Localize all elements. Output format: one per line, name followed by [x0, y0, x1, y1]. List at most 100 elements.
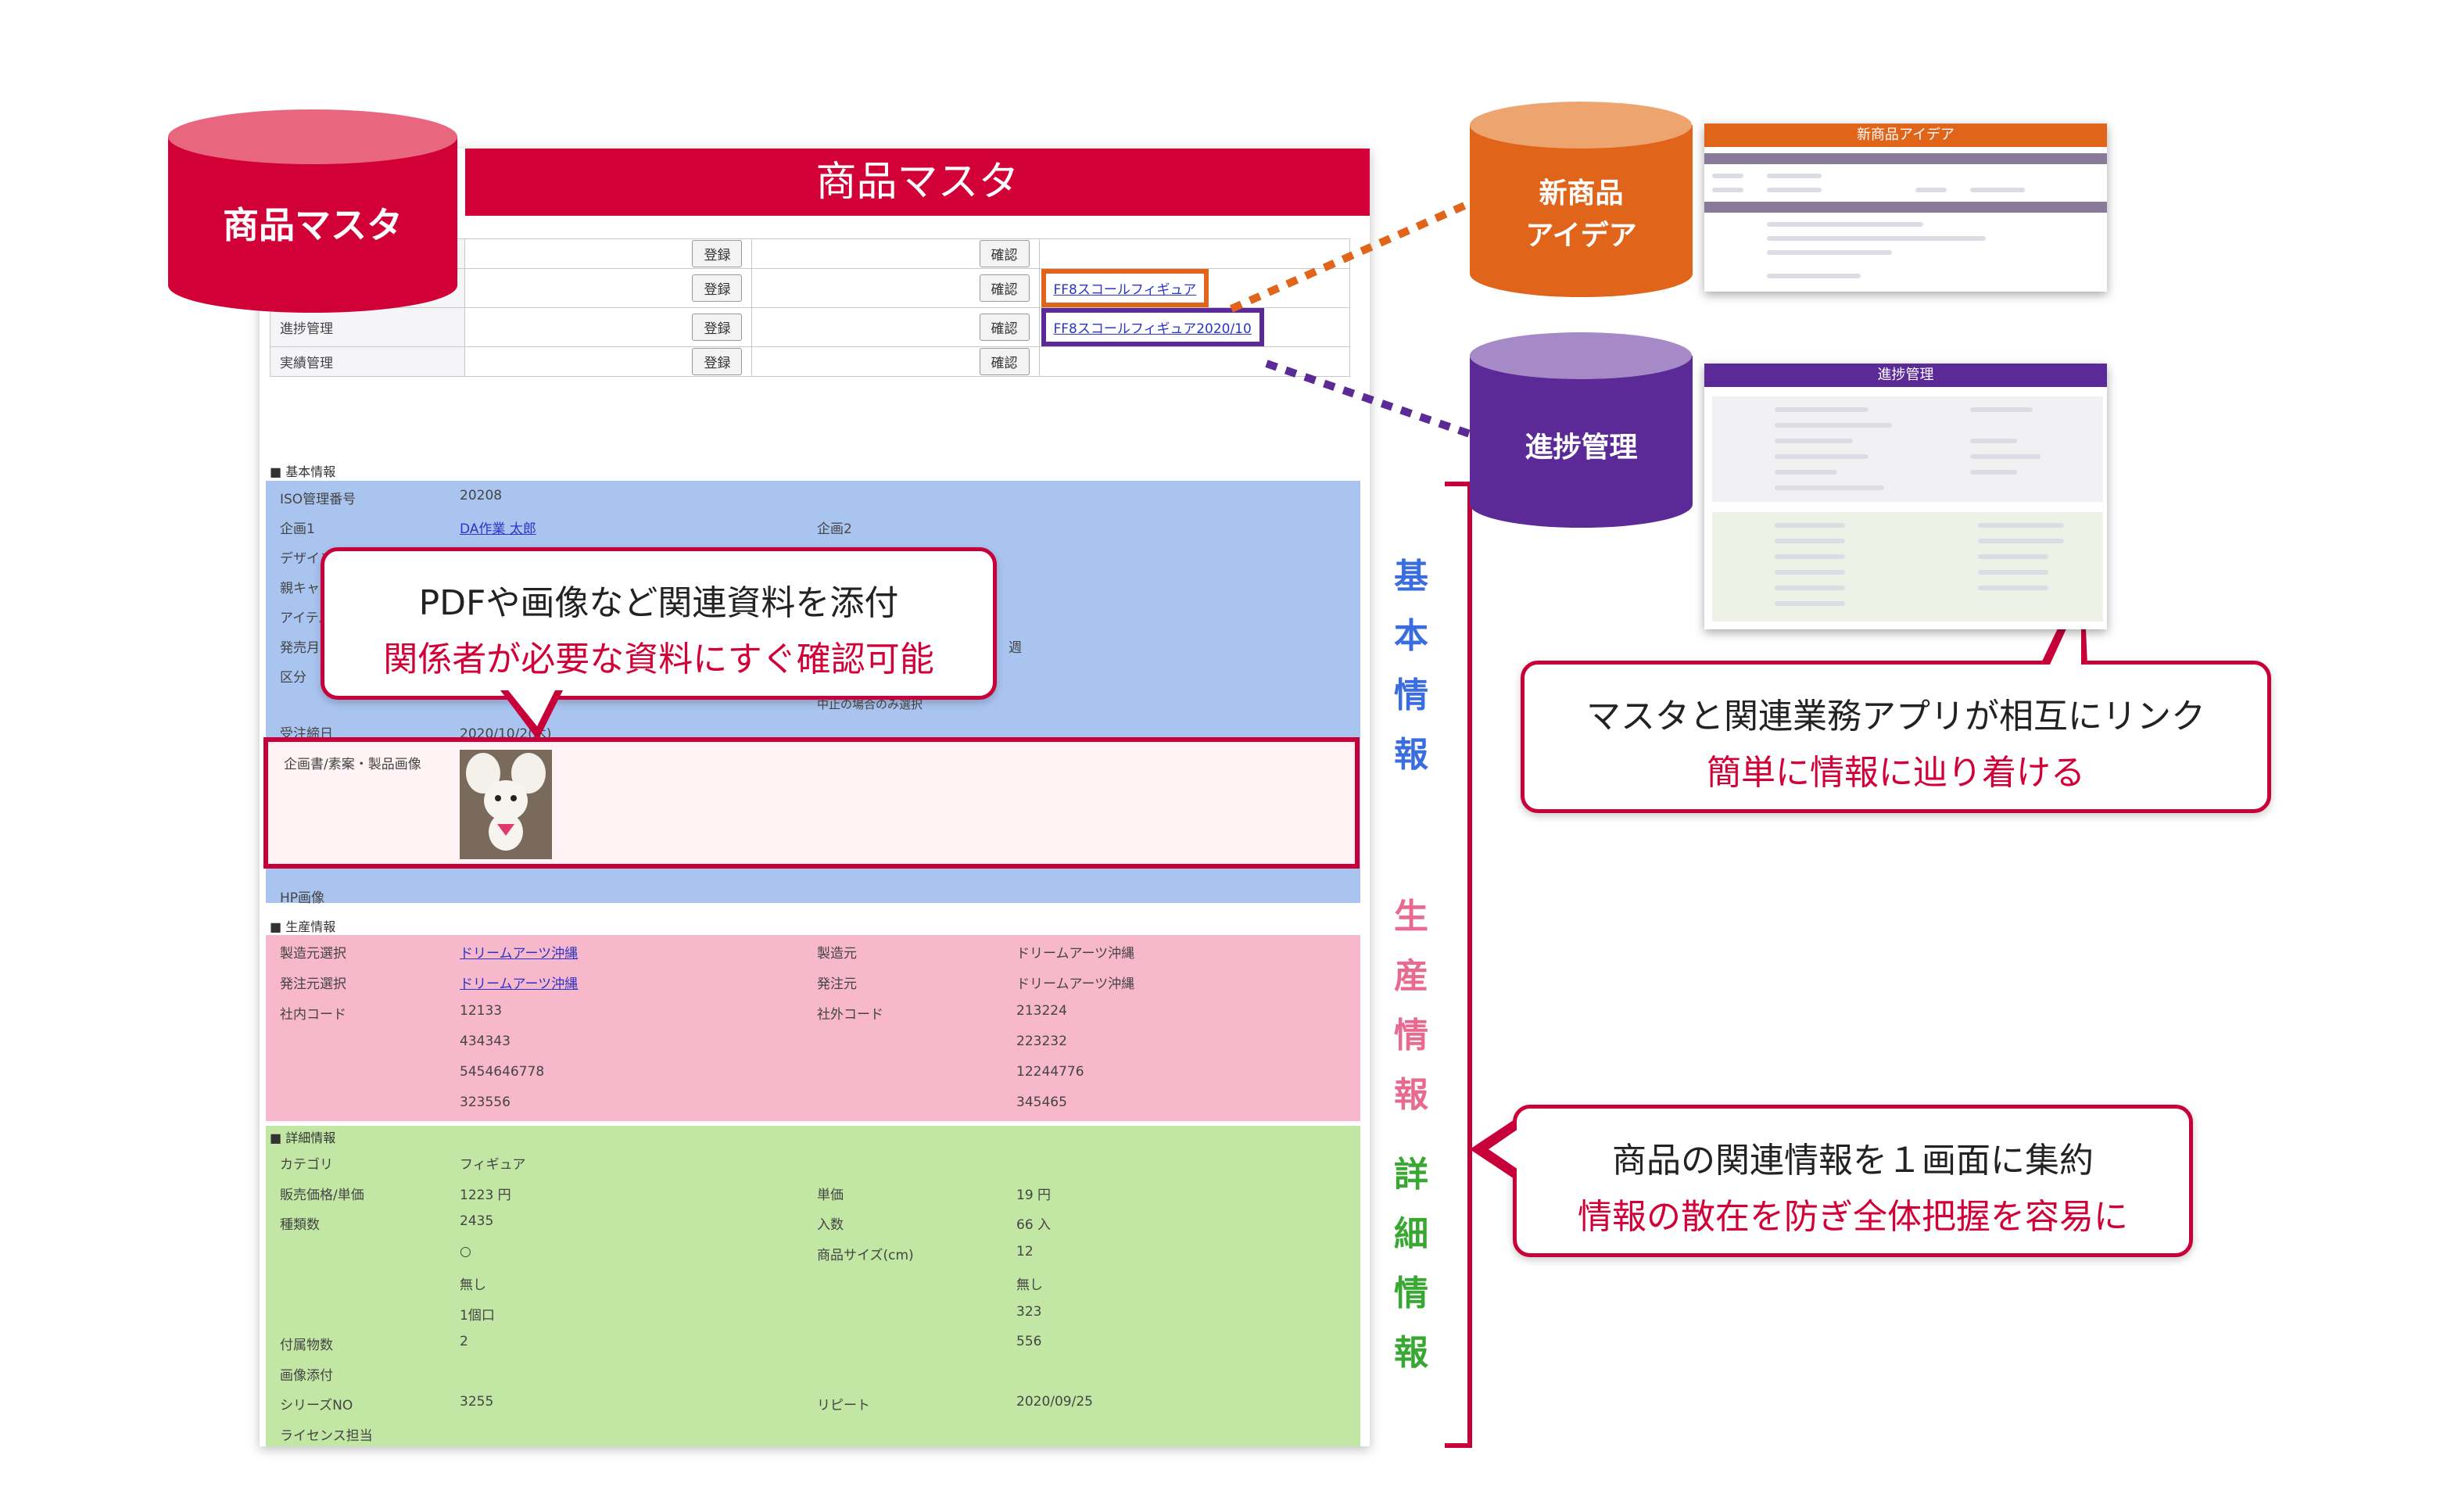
field-label: 種類数: [280, 1217, 320, 1233]
link-callout-line2: 簡単に情報に辿り着ける: [1707, 753, 2085, 793]
idea-app-title: 新商品アイデア: [1704, 124, 2107, 147]
detail-info-vertical-label: 詳細情報: [1394, 1155, 1428, 1373]
field-value: 434343: [460, 1034, 511, 1049]
field-value: 213224: [1016, 1003, 1067, 1019]
consolidate-callout-pointer: [1470, 1118, 1518, 1181]
field-value: 323: [1016, 1303, 1042, 1320]
field-value: ○: [460, 1243, 471, 1259]
field-value: 19 円: [1016, 1187, 1052, 1203]
field-value: 2435: [460, 1213, 494, 1229]
attach-callout: PDFや画像など関連資料を添付 関係者が必要な資料にすぐ確認可能: [321, 547, 997, 700]
figure-image: [460, 750, 552, 859]
master-db-label: 商品マスタ: [223, 204, 403, 246]
field-value: 1個口: [460, 1307, 495, 1324]
form-row: 発注元選択 ドリームアーツ沖縄 発注元 ドリームアーツ沖縄: [266, 966, 1360, 995]
progress-app-title: 進捗管理: [1704, 364, 2107, 387]
form-row: 製造元選択 ドリームアーツ沖縄 製造元 ドリームアーツ沖縄: [266, 935, 1360, 965]
field-value: 2: [460, 1334, 468, 1349]
field-value: 2020/09/25: [1016, 1394, 1093, 1410]
form-row: カテゴリ フィギュア: [266, 1146, 1360, 1176]
field-value: 12: [1016, 1243, 1034, 1259]
field-value: 1223 円: [460, 1187, 511, 1203]
field-value[interactable]: ドリームアーツ沖縄: [460, 942, 578, 962]
form-row: 画像添付: [266, 1357, 1360, 1387]
register-button[interactable]: 登録: [692, 274, 743, 302]
production-section-title: ■ 生産情報: [270, 919, 336, 934]
field-value: 無し: [1016, 1277, 1043, 1293]
field-label: 社外コード: [817, 1007, 883, 1023]
field-label: 発注元: [817, 976, 857, 992]
field-value: 556: [1016, 1334, 1042, 1349]
plan1-label: 企画1: [280, 521, 315, 537]
idea-db-label-line1: 新商品: [1539, 177, 1624, 210]
basic-section-title: ■ 基本情報: [270, 464, 336, 479]
field-label: シリーズNO: [280, 1398, 353, 1413]
field-value: フィギュア: [460, 1157, 526, 1173]
field-label: ライセンス担当: [280, 1428, 373, 1444]
consolidate-callout-line2: 情報の散在を防ぎ全体把握を容易に: [1578, 1197, 2128, 1237]
consolidate-callout-line1: 商品の関連情報を１画面に集約: [1612, 1141, 2094, 1181]
production-info-vertical-label: 生産情報: [1394, 897, 1428, 1115]
master-db-cylinder: 商品マスタ: [168, 109, 457, 313]
form-row: ライセンス担当: [266, 1417, 1360, 1447]
attach-callout-pointer: [500, 690, 563, 740]
field-label: 付属物数: [280, 1338, 333, 1353]
form-row: ○ 商品サイズ(cm) 12: [266, 1237, 1360, 1267]
consolidate-callout: 商品の関連情報を１画面に集約 情報の散在を防ぎ全体把握を容易に: [1513, 1105, 2193, 1257]
connector-lines: [1229, 199, 1472, 438]
image-row-label: 企画書/素案・製品画像: [284, 757, 421, 772]
field-value: ドリームアーツ沖縄: [1016, 976, 1135, 992]
form-row: ISO管理番号 20208: [266, 481, 1360, 511]
field-label: 販売価格/単価: [280, 1187, 364, 1203]
form-row: 434343 223232: [266, 1027, 1360, 1056]
week-label: 週: [1009, 640, 1022, 656]
link-callout-line1: マスタと関連業務アプリが相互にリンク: [1586, 697, 2205, 736]
field-value: 12133: [460, 1003, 503, 1019]
field-label: リピート: [817, 1398, 870, 1413]
field-label: カテゴリ: [280, 1157, 333, 1173]
form-row: 種類数 2435 入数 66 入: [266, 1206, 1360, 1236]
field-label: 単価: [817, 1187, 844, 1203]
production-rows: 製造元選択 ドリームアーツ沖縄 製造元 ドリームアーツ沖縄 発注元選択 ドリームアーツ沖縄…: [266, 935, 1360, 1121]
form-row: 323556 345465: [266, 1087, 1360, 1117]
form-row: 社内コード 12133 社外コード 213224: [266, 996, 1360, 1026]
field-value: 3255: [460, 1394, 494, 1410]
form-row: 5454646778 12244776: [266, 1057, 1360, 1087]
iso-label: ISO管理番号: [280, 492, 357, 507]
detail-section-title: ■ 詳細情報: [270, 1130, 336, 1145]
link-callout: マスタと関連業務アプリが相互にリンク 簡単に情報に辿り着ける: [1521, 661, 2271, 813]
register-button[interactable]: 登録: [692, 314, 743, 341]
field-label: 発注元選択: [280, 976, 346, 992]
link-row-label: 実績管理: [269, 346, 466, 377]
basic-info-vertical-label: 基本情報: [1394, 557, 1428, 775]
field-label: 画像添付: [280, 1367, 333, 1384]
hp-image-label: HP画像: [280, 890, 325, 906]
product-image-thumbnail[interactable]: [460, 750, 552, 859]
field-label: 製造元選択: [280, 946, 346, 962]
field-value: 12244776: [1016, 1064, 1084, 1080]
form-row: 1個口 323: [266, 1297, 1360, 1327]
idea-link[interactable]: FF8スコールフィギュア: [1054, 282, 1197, 298]
field-value: 323556: [460, 1095, 511, 1110]
detail-rows: カテゴリ フィギュア 販売価格/単価 1223 円 単価 19 円種類数 2435 入数 66 …: [266, 1146, 1360, 1446]
idea-link-frame: FF8スコールフィギュア: [1041, 269, 1209, 307]
form-row: 無し 無し: [266, 1267, 1360, 1296]
progress-db-label: 進捗管理: [1525, 432, 1638, 464]
form-row: 販売価格/単価 1223 円 単価 19 円: [266, 1177, 1360, 1206]
iso-value: 20208: [460, 488, 503, 503]
idea-db-cylinder: 新商品 アイデア: [1470, 102, 1693, 298]
field-value: 345465: [1016, 1095, 1067, 1110]
idea-app-screenshot: 新商品アイデア: [1704, 124, 2107, 292]
confirm-button[interactable]: 確認: [979, 314, 1030, 341]
link-row-label: 進捗管理: [269, 307, 466, 347]
confirm-button[interactable]: 確認: [979, 240, 1030, 267]
confirm-button[interactable]: 確認: [979, 348, 1030, 375]
register-button[interactable]: 登録: [692, 348, 743, 375]
image-row-highlight: 企画書/素案・製品画像: [263, 737, 1360, 869]
plan2-label: 企画2: [817, 521, 852, 537]
register-button[interactable]: 登録: [692, 240, 743, 267]
confirm-button[interactable]: 確認: [979, 274, 1030, 302]
plan1-value[interactable]: DA作業 太郎: [460, 518, 536, 537]
field-value[interactable]: ドリームアーツ沖縄: [460, 973, 578, 992]
field-value: 5454646778: [460, 1064, 545, 1080]
